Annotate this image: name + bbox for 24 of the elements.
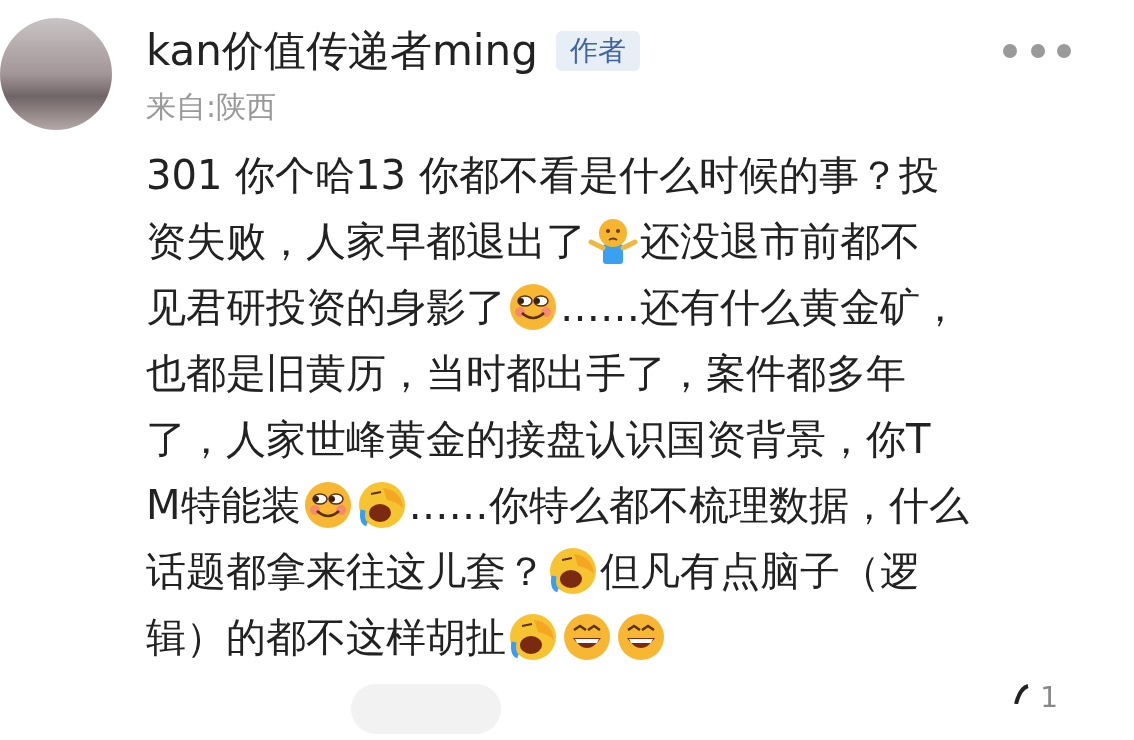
like-count: 1 [1040,684,1058,713]
comment-text: 还没退市前都不 [640,217,920,267]
comment-text: 资失败，人家早都退出了 [146,217,586,267]
comment-text: 见君研投资的身影了 [146,283,506,333]
comment-text: ……你特么都不梳理数据，什么 [408,481,969,531]
laughing-emoji-icon [508,612,558,663]
shrug-emoji-icon [588,216,638,267]
grin-emoji-icon [562,612,612,663]
smirk-emoji-icon [508,282,558,333]
smirk-emoji-icon [302,480,353,531]
comment-text: 也都是旧黄历，当时都出手了，案件都多年 [146,349,906,399]
comment-text: 话题都拿来往这儿套？ [146,547,546,597]
author-badge: 作者 [555,30,640,71]
comment-text: M特能装 [146,481,301,531]
laughing-emoji-icon [548,546,598,597]
comment-text: 了，人家世峰黄金的接盘认识国资背景，你T [146,415,931,465]
author-name[interactable]: kan价值传递者ming [146,22,538,79]
comment-text: 301 你个哈13 你都不看是什么时候的事？投 [146,151,939,201]
grin-emoji-icon [616,612,666,663]
comment-text: 但凡有点脑子（逻 [600,547,920,597]
location-text: 来自:陕西 [146,88,278,127]
comment-text: 辑）的都不这样胡扯 [146,613,506,663]
comment-text: ……还有什么黄金矿， [560,283,960,333]
laughing-emoji-icon [356,480,407,531]
